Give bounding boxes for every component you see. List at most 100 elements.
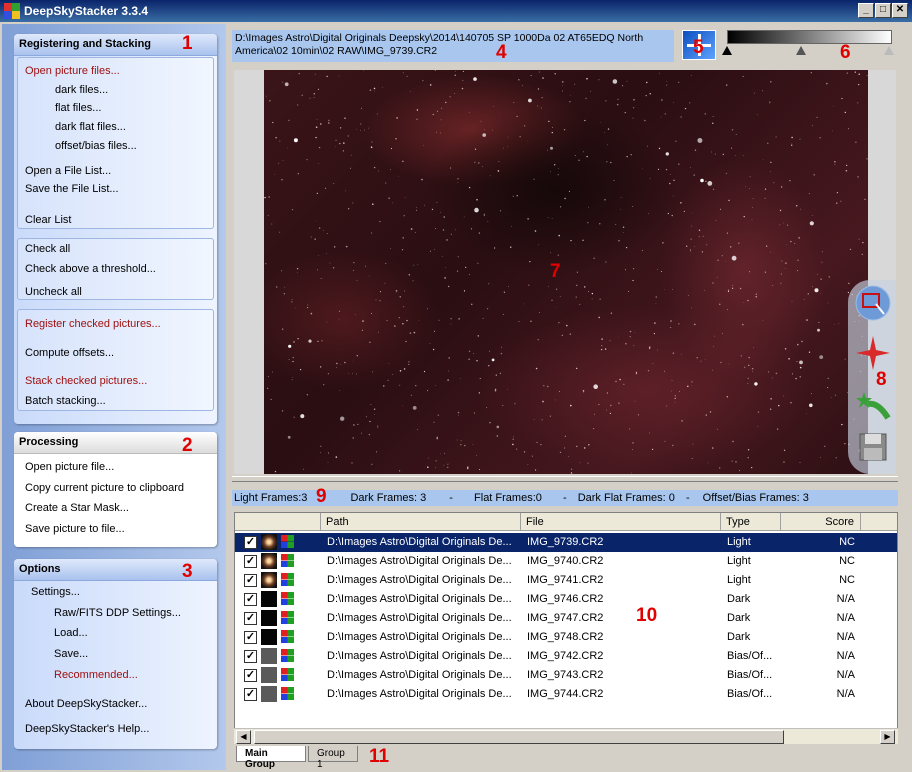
table-row[interactable]: ✓ D:\Images Astro\Digital Originals De...… bbox=[235, 552, 897, 571]
row-checkbox[interactable]: ✓ bbox=[244, 536, 257, 549]
table-row[interactable]: ✓ D:\Images Astro\Digital Originals De...… bbox=[235, 628, 897, 647]
color-channel-icon bbox=[281, 573, 294, 586]
column-header-path[interactable]: Path bbox=[321, 513, 521, 531]
score-cell: NC bbox=[839, 574, 855, 586]
stack-checked-link[interactable]: Stack checked pictures... bbox=[25, 375, 147, 387]
row-checkbox[interactable]: ✓ bbox=[244, 688, 257, 701]
check-above-threshold-link[interactable]: Check above a threshold... bbox=[25, 263, 156, 275]
clear-list-link[interactable]: Clear List bbox=[25, 214, 71, 226]
table-row[interactable]: ✓ D:\Images Astro\Digital Originals De...… bbox=[235, 571, 897, 590]
path-cell: D:\Images Astro\Digital Originals De... bbox=[327, 574, 512, 586]
check-all-link[interactable]: Check all bbox=[25, 243, 70, 255]
separator: - bbox=[685, 492, 690, 504]
maximize-button[interactable]: □ bbox=[875, 3, 891, 18]
thumbnail-icon bbox=[261, 572, 277, 588]
file-cell: IMG_9743.CR2 bbox=[527, 669, 604, 681]
save-picture-link[interactable]: Save picture to file... bbox=[25, 523, 125, 535]
type-cell: Bias/Of... bbox=[727, 688, 773, 700]
dark-flat-files-link[interactable]: dark flat files... bbox=[55, 121, 126, 133]
window-title: DeepSkyStacker 3.3.4 bbox=[24, 4, 149, 18]
table-row[interactable]: ✓ D:\Images Astro\Digital Originals De...… bbox=[235, 533, 897, 552]
row-checkbox[interactable]: ✓ bbox=[244, 669, 257, 682]
star-cross-icon[interactable] bbox=[854, 334, 892, 372]
thumbnail-icon bbox=[261, 648, 277, 664]
offset-bias-files-link[interactable]: offset/bias files... bbox=[55, 140, 137, 152]
marker-4: 4 bbox=[496, 42, 507, 63]
column-header-score[interactable]: Score bbox=[781, 513, 861, 531]
open-picture-files-link[interactable]: Open picture files... bbox=[25, 65, 120, 77]
row-checkbox[interactable]: ✓ bbox=[244, 650, 257, 663]
star-field bbox=[264, 70, 868, 474]
save-edit-icon[interactable] bbox=[854, 428, 892, 466]
load-settings-link[interactable]: Load... bbox=[54, 627, 88, 639]
scroll-left-arrow[interactable]: ◀ bbox=[236, 730, 251, 744]
tab-group-1[interactable]: Group 1 bbox=[308, 746, 358, 770]
table-row[interactable]: ✓ D:\Images Astro\Digital Originals De...… bbox=[235, 609, 897, 628]
scroll-thumb[interactable] bbox=[254, 730, 784, 744]
uncheck-all-link[interactable]: Uncheck all bbox=[25, 286, 82, 298]
file-group: Open picture files... dark files... flat… bbox=[17, 57, 214, 229]
midtone-handle[interactable] bbox=[796, 46, 806, 55]
type-cell: Bias/Of... bbox=[727, 669, 773, 681]
row-checkbox[interactable]: ✓ bbox=[244, 574, 257, 587]
marker-1: 1 bbox=[182, 33, 193, 54]
table-row[interactable]: ✓ D:\Images Astro\Digital Originals De...… bbox=[235, 590, 897, 609]
marker-10: 10 bbox=[636, 605, 658, 626]
open-file-list-link[interactable]: Open a File List... bbox=[25, 165, 111, 177]
row-checkbox[interactable]: ✓ bbox=[244, 555, 257, 568]
white-point-handle[interactable] bbox=[884, 46, 894, 55]
path-cell: D:\Images Astro\Digital Originals De... bbox=[327, 688, 512, 700]
column-header-icons[interactable] bbox=[235, 513, 321, 531]
file-cell: IMG_9741.CR2 bbox=[527, 574, 604, 586]
save-settings-link[interactable]: Save... bbox=[54, 648, 88, 660]
column-header-file[interactable]: File bbox=[521, 513, 721, 531]
thumbnail-icon bbox=[261, 591, 277, 607]
settings-link[interactable]: Settings... bbox=[31, 586, 80, 598]
marker-2: 2 bbox=[182, 435, 193, 456]
create-star-mask-link[interactable]: Create a Star Mask... bbox=[25, 502, 129, 514]
row-checkbox[interactable]: ✓ bbox=[244, 593, 257, 606]
path-cell: D:\Images Astro\Digital Originals De... bbox=[327, 669, 512, 681]
horizontal-scrollbar[interactable]: ◀ ▶ bbox=[234, 728, 898, 744]
file-cell: IMG_9740.CR2 bbox=[527, 555, 604, 567]
column-header-type[interactable]: Type bbox=[721, 513, 781, 531]
type-cell: Bias/Of... bbox=[727, 650, 773, 662]
horizontal-splitter[interactable] bbox=[232, 476, 898, 482]
help-link[interactable]: DeepSkyStacker's Help... bbox=[25, 723, 149, 735]
stack-group: Register checked pictures... Compute off… bbox=[17, 309, 214, 411]
save-file-list-link[interactable]: Save the File List... bbox=[25, 183, 119, 195]
raw-fits-settings-link[interactable]: Raw/FITS DDP Settings... bbox=[54, 607, 181, 619]
marker-8: 8 bbox=[876, 369, 887, 390]
tab-main-group[interactable]: Main Group bbox=[236, 746, 306, 770]
table-row[interactable]: ✓ D:\Images Astro\Digital Originals De...… bbox=[235, 685, 897, 704]
row-checkbox[interactable]: ✓ bbox=[244, 631, 257, 644]
image-path-display: D:\Images Astro\Digital Originals Deepsk… bbox=[232, 30, 674, 62]
table-row[interactable]: ✓ D:\Images Astro\Digital Originals De...… bbox=[235, 647, 897, 666]
register-checked-link[interactable]: Register checked pictures... bbox=[25, 318, 161, 330]
score-cell: NC bbox=[839, 536, 855, 548]
select-region-icon[interactable] bbox=[854, 284, 892, 322]
minimize-button[interactable]: _ bbox=[858, 3, 874, 18]
file-cell: IMG_9742.CR2 bbox=[527, 650, 604, 662]
table-row[interactable]: ✓ D:\Images Astro\Digital Originals De...… bbox=[235, 666, 897, 685]
black-point-handle[interactable] bbox=[722, 46, 732, 55]
row-checkbox[interactable]: ✓ bbox=[244, 612, 257, 625]
dark-files-link[interactable]: dark files... bbox=[55, 84, 108, 96]
brightness-gradient-slider[interactable] bbox=[727, 30, 892, 44]
marker-3: 3 bbox=[182, 561, 193, 582]
check-group: Check all Check above a threshold... Unc… bbox=[17, 238, 214, 300]
astro-image[interactable] bbox=[264, 70, 868, 474]
type-cell: Light bbox=[727, 555, 751, 567]
color-channel-icon bbox=[281, 535, 294, 548]
flat-files-link[interactable]: flat files... bbox=[55, 102, 101, 114]
recommended-settings-link[interactable]: Recommended... bbox=[54, 669, 138, 681]
score-cell: N/A bbox=[836, 688, 855, 700]
compute-offsets-link[interactable]: Compute offsets... bbox=[25, 347, 114, 359]
open-picture-file-link[interactable]: Open picture file... bbox=[25, 461, 114, 473]
copy-to-clipboard-link[interactable]: Copy current picture to clipboard bbox=[25, 482, 184, 494]
close-button[interactable]: ✕ bbox=[892, 3, 908, 18]
batch-stacking-link[interactable]: Batch stacking... bbox=[25, 395, 106, 407]
path-cell: D:\Images Astro\Digital Originals De... bbox=[327, 631, 512, 643]
scroll-right-arrow[interactable]: ▶ bbox=[880, 730, 895, 744]
about-link[interactable]: About DeepSkyStacker... bbox=[25, 698, 147, 710]
